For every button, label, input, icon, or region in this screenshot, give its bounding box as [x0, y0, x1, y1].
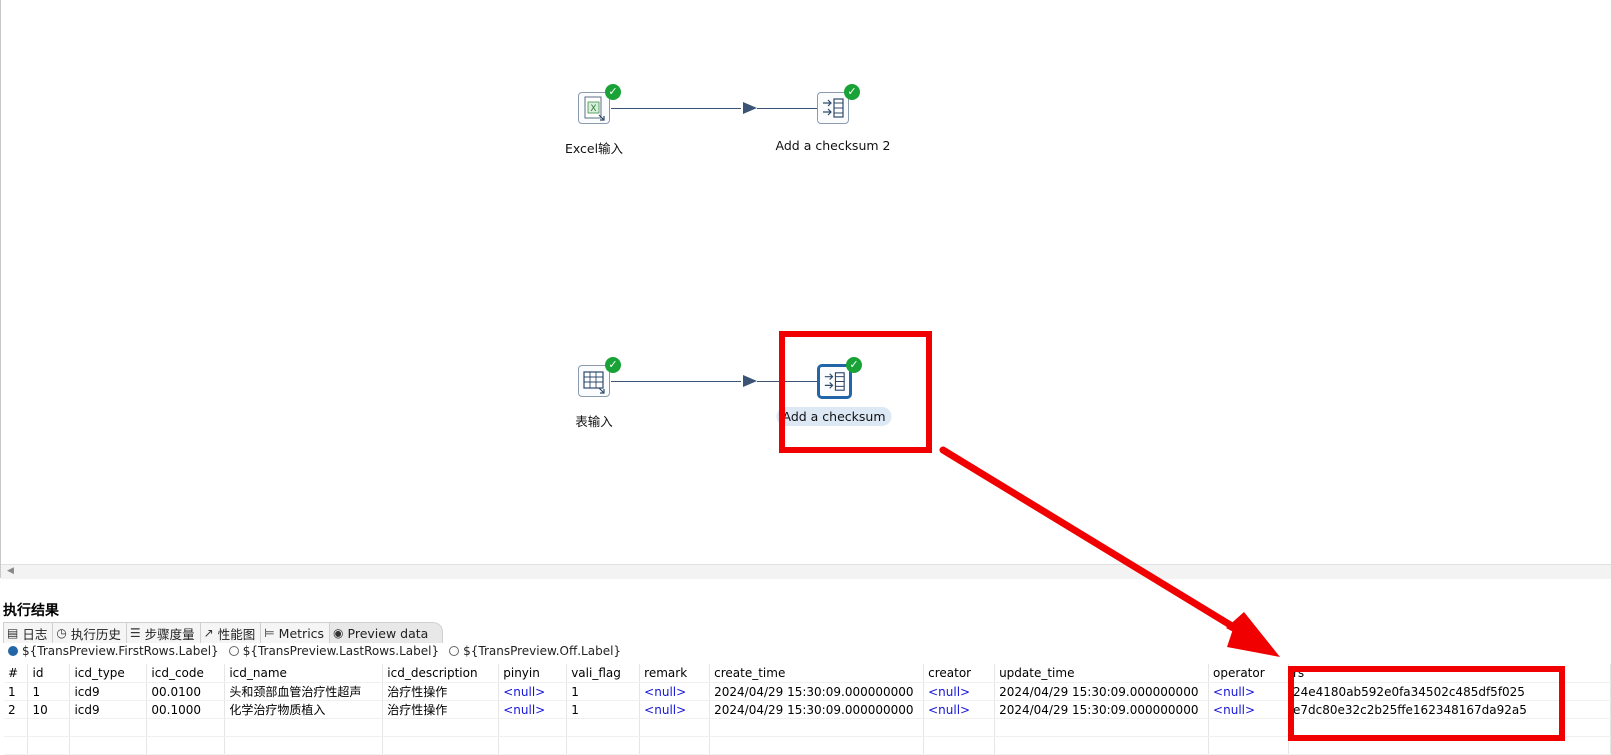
step-label: 表输入	[575, 414, 613, 429]
column-header[interactable]: update_time	[994, 664, 1210, 683]
step-metrics-icon: ☰	[129, 626, 141, 640]
checksum-icon	[817, 92, 849, 124]
table-cell-null: <null>	[1208, 700, 1289, 719]
table-cell-null: <null>	[1208, 682, 1289, 701]
results-tabs: ▤ 日志 ◷ 执行历史 ☰ 步骤度量 ↗ 性能图 ⊨ Metrics ◉ Pre…	[3, 622, 444, 644]
excel-input-icon: X	[578, 92, 610, 124]
column-header[interactable]: creator	[923, 664, 996, 683]
annotation-box-step	[779, 331, 932, 453]
column-header[interactable]: #	[4, 664, 29, 683]
hop-arrow-icon	[743, 102, 757, 114]
table-cell: 1	[566, 700, 641, 719]
column-header[interactable]: create_time	[709, 664, 925, 683]
preview-mode-radios: ${TransPreview.FirstRows.Label} ${TransP…	[8, 645, 621, 657]
hop-table-to-checksum[interactable]	[611, 381, 741, 382]
table-cell: 10	[27, 700, 71, 719]
table-cell-null: <null>	[923, 700, 996, 719]
check-circle-icon: ✓	[605, 84, 621, 100]
table-cell: 化学治疗物质植入	[224, 700, 384, 719]
column-header[interactable]: id	[27, 664, 71, 683]
step-label: Add a checksum 2	[775, 138, 891, 153]
table-cell: 1	[27, 682, 71, 701]
column-header[interactable]: operator	[1208, 664, 1289, 683]
svg-text:X: X	[590, 104, 596, 114]
metrics-icon: ⊨	[264, 626, 275, 640]
tab-label: Preview data	[347, 625, 429, 641]
column-header[interactable]: icd_type	[69, 664, 148, 683]
tab-preview-data[interactable]: ◉ Preview data	[329, 622, 444, 643]
column-header[interactable]: icd_name	[224, 664, 384, 683]
radio-label: ${TransPreview.Off.Label}	[463, 645, 622, 657]
canvas-horizontal-scrollbar[interactable]: ◀	[1, 564, 1611, 579]
table-cell: icd9	[69, 682, 148, 701]
step-label: Excel输入	[564, 141, 624, 156]
hop-arrow-icon	[743, 375, 757, 387]
radio-label: ${TransPreview.FirstRows.Label}	[22, 645, 219, 657]
tab-log[interactable]: ▤ 日志	[3, 622, 54, 643]
tab-step-metrics[interactable]: ☰ 步骤度量	[125, 622, 201, 643]
table-cell: 2024/04/29 15:30:09.000000000	[709, 682, 925, 701]
radio-last-rows[interactable]: ${TransPreview.LastRows.Label}	[228, 645, 440, 657]
column-header[interactable]: icd_code	[146, 664, 226, 683]
hop-segment	[757, 108, 817, 109]
table-cell: 1	[566, 682, 641, 701]
history-icon: ◷	[56, 626, 67, 640]
column-header[interactable]: icd_description	[382, 664, 500, 683]
radio-first-rows[interactable]: ${TransPreview.FirstRows.Label}	[8, 645, 219, 657]
table-cell: 2	[4, 700, 29, 719]
annotation-box-rs-column	[1288, 666, 1565, 741]
hop-excel-to-checksum2[interactable]	[611, 108, 741, 109]
check-circle-icon: ✓	[844, 84, 860, 100]
tab-metrics[interactable]: ⊨ Metrics	[260, 622, 331, 643]
radio-label: ${TransPreview.LastRows.Label}	[242, 645, 440, 657]
column-header[interactable]: pinyin	[498, 664, 568, 683]
radio-dot-icon	[8, 646, 18, 656]
table-cell-null: <null>	[923, 682, 996, 701]
table-cell: 2024/04/29 15:30:09.000000000	[709, 700, 925, 719]
tab-label: 性能图	[217, 626, 256, 642]
tab-label: 步骤度量	[144, 626, 195, 642]
tab-history[interactable]: ◷ 执行历史	[52, 622, 127, 643]
table-cell: 00.1000	[146, 700, 226, 719]
check-circle-icon: ✓	[605, 357, 621, 373]
performance-chart-icon: ↗	[203, 626, 214, 640]
table-cell: 1	[4, 682, 29, 701]
eye-icon: ◉	[333, 626, 344, 640]
tab-label: Metrics	[278, 625, 325, 641]
table-cell-null: <null>	[639, 682, 711, 701]
table-input-icon	[578, 365, 610, 397]
table-cell-null: <null>	[498, 700, 568, 719]
transformation-canvas[interactable]: X ✓ Excel输入 ✓ Add a checksum 2 ✓ 表输入 ✓ A…	[0, 0, 1611, 579]
radio-dot-icon	[228, 646, 239, 656]
tab-label: 执行历史	[70, 626, 121, 642]
radio-dot-icon	[449, 646, 460, 656]
radio-off[interactable]: ${TransPreview.Off.Label}	[449, 645, 621, 657]
table-cell: 治疗性操作	[382, 682, 500, 701]
results-panel-title: 执行结果	[3, 603, 59, 619]
table-cell: 2024/04/29 15:30:09.000000000	[994, 682, 1210, 701]
table-cell: icd9	[69, 700, 148, 719]
log-icon: ▤	[7, 626, 19, 640]
table-cell: 00.0100	[146, 682, 226, 701]
column-header[interactable]: remark	[639, 664, 711, 683]
tab-performance-chart[interactable]: ↗ 性能图	[199, 622, 262, 643]
tab-label: 日志	[22, 626, 48, 642]
table-cell: 头和颈部血管治疗性超声	[224, 682, 384, 701]
table-cell-null: <null>	[639, 700, 711, 719]
column-header[interactable]: vali_flag	[566, 664, 641, 683]
table-cell: 治疗性操作	[382, 700, 500, 719]
scroll-left-icon[interactable]: ◀	[7, 566, 14, 576]
table-cell: 2024/04/29 15:30:09.000000000	[994, 700, 1210, 719]
table-cell-null: <null>	[498, 682, 568, 701]
